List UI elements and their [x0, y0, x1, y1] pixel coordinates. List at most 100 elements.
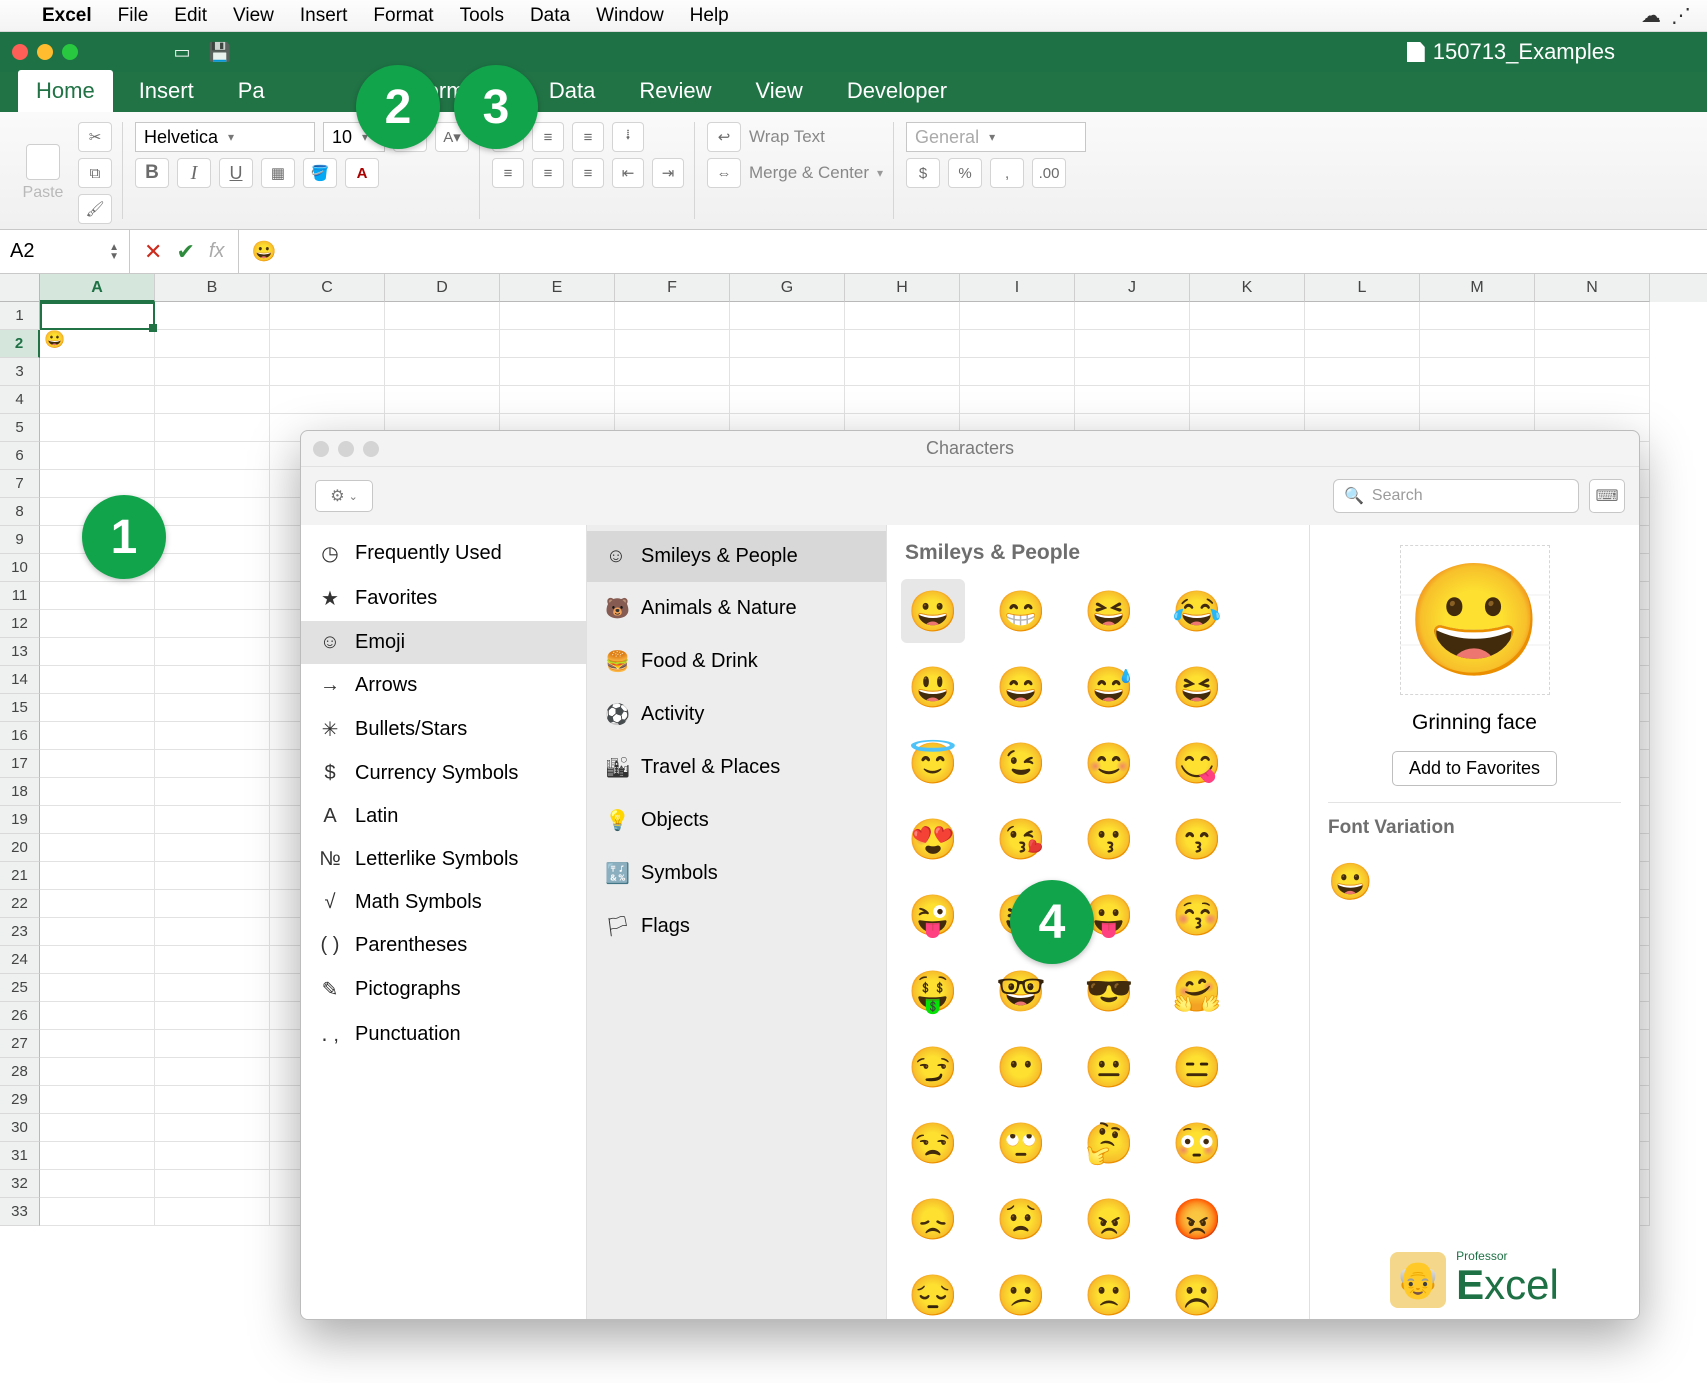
emoji-cell[interactable]: ☹️ [1165, 1263, 1229, 1319]
cell[interactable] [960, 302, 1075, 330]
cell[interactable] [1420, 358, 1535, 386]
menu-format[interactable]: Format [373, 5, 433, 27]
cell[interactable] [40, 470, 155, 498]
emoji-cell[interactable]: 😔 [901, 1263, 965, 1319]
row-header[interactable]: 33 [0, 1198, 40, 1226]
column-header[interactable]: E [500, 274, 615, 302]
cell[interactable] [1420, 302, 1535, 330]
cell[interactable] [40, 1142, 155, 1170]
cell[interactable] [730, 386, 845, 414]
cell[interactable] [1305, 386, 1420, 414]
cell[interactable] [155, 582, 270, 610]
category-item[interactable]: ALatin [301, 795, 586, 838]
cell[interactable] [270, 358, 385, 386]
row-header[interactable]: 8 [0, 498, 40, 526]
cell[interactable] [270, 330, 385, 358]
save-icon[interactable]: 💾 [204, 38, 236, 66]
subcategory-item[interactable]: 🏙Travel & Places [587, 741, 886, 794]
emoji-cell[interactable]: 😃 [901, 655, 965, 719]
emoji-cell[interactable]: 😊 [1077, 731, 1141, 795]
cell[interactable] [155, 1198, 270, 1226]
cell[interactable] [155, 778, 270, 806]
cell[interactable] [40, 610, 155, 638]
fill-color-button[interactable]: 🪣 [303, 158, 337, 188]
cell[interactable] [40, 414, 155, 442]
emoji-cell[interactable]: 😅 [1077, 655, 1141, 719]
app-menu[interactable]: Excel [42, 5, 92, 27]
select-all-corner[interactable] [0, 274, 40, 302]
emoji-cell[interactable]: 😠 [1077, 1187, 1141, 1251]
borders-button[interactable]: ▦ [261, 158, 295, 188]
row-header[interactable]: 10 [0, 554, 40, 582]
cell[interactable] [730, 358, 845, 386]
cell[interactable] [155, 1170, 270, 1198]
column-header[interactable]: A [40, 274, 155, 302]
row-header[interactable]: 27 [0, 1030, 40, 1058]
emoji-cell[interactable]: 😐 [1077, 1035, 1141, 1099]
emoji-cell[interactable]: 😜 [901, 883, 965, 947]
cell[interactable] [40, 386, 155, 414]
cell[interactable] [40, 974, 155, 1002]
cell[interactable] [385, 302, 500, 330]
number-format-select[interactable]: General [915, 127, 979, 148]
cell[interactable] [155, 1058, 270, 1086]
cell[interactable] [155, 890, 270, 918]
cell[interactable] [40, 638, 155, 666]
cell[interactable] [155, 1002, 270, 1030]
column-header[interactable]: M [1420, 274, 1535, 302]
increase-indent-icon[interactable]: ⇥ [652, 158, 684, 188]
cell[interactable] [155, 946, 270, 974]
menu-window[interactable]: Window [596, 5, 664, 27]
cell[interactable] [500, 386, 615, 414]
emoji-cell[interactable]: 😁 [989, 579, 1053, 643]
cell[interactable] [1190, 358, 1305, 386]
settings-gear-button[interactable]: ⚙⌄ [315, 480, 373, 512]
cell[interactable] [40, 1002, 155, 1030]
cell[interactable] [1075, 302, 1190, 330]
align-middle-icon[interactable]: ≡ [532, 122, 564, 152]
comma-format-icon[interactable]: , [990, 158, 1024, 188]
row-header[interactable]: 17 [0, 750, 40, 778]
row-header[interactable]: 24 [0, 946, 40, 974]
menu-view[interactable]: View [233, 5, 274, 27]
name-box[interactable]: A2 ▲▼ [0, 230, 130, 273]
cell[interactable] [40, 302, 155, 330]
cell[interactable] [1075, 330, 1190, 358]
cell[interactable] [1190, 302, 1305, 330]
emoji-cell[interactable]: 😇 [901, 731, 965, 795]
cell[interactable] [960, 386, 1075, 414]
subcategory-item[interactable]: ☺Smileys & People [587, 531, 886, 582]
tab-data[interactable]: Data [531, 70, 613, 112]
cell[interactable] [385, 330, 500, 358]
cell[interactable] [1305, 302, 1420, 330]
cell[interactable] [155, 1142, 270, 1170]
row-header[interactable]: 32 [0, 1170, 40, 1198]
cell[interactable] [845, 386, 960, 414]
formula-input[interactable]: 😀 [238, 230, 288, 273]
cell[interactable] [270, 386, 385, 414]
category-item[interactable]: ★Favorites [301, 576, 586, 621]
column-header[interactable]: D [385, 274, 500, 302]
cell[interactable] [1305, 330, 1420, 358]
row-header[interactable]: 11 [0, 582, 40, 610]
cell[interactable] [155, 610, 270, 638]
menu-file[interactable]: File [118, 5, 149, 27]
cell[interactable] [155, 638, 270, 666]
category-item[interactable]: ☺Emoji [301, 621, 586, 664]
cell[interactable] [1190, 330, 1305, 358]
emoji-cell[interactable]: 😎 [1077, 959, 1141, 1023]
column-header[interactable]: B [155, 274, 270, 302]
align-bottom-icon[interactable]: ≡ [572, 122, 604, 152]
cell[interactable] [500, 330, 615, 358]
subcategory-item[interactable]: 🏳Flags [587, 900, 886, 953]
emoji-cell[interactable]: 😀 [901, 579, 965, 643]
cell[interactable] [155, 974, 270, 1002]
cell[interactable] [155, 666, 270, 694]
subcategory-item[interactable]: 🍔Food & Drink [587, 635, 886, 688]
category-item[interactable]: √Math Symbols [301, 881, 586, 924]
column-header[interactable]: L [1305, 274, 1420, 302]
cell[interactable] [40, 358, 155, 386]
category-item[interactable]: ◷Frequently Used [301, 531, 586, 576]
cut-icon[interactable]: ✂ [78, 122, 112, 152]
emoji-cell[interactable]: 😗 [1077, 807, 1141, 871]
